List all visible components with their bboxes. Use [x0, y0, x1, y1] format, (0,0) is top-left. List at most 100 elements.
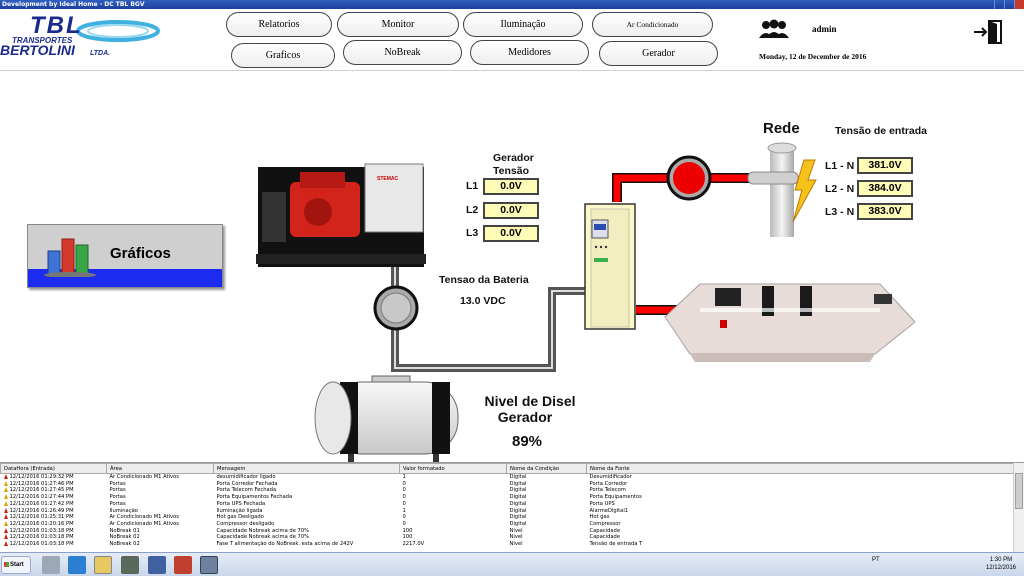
graficos-button[interactable]: Gráficos — [27, 224, 223, 288]
alarm-severity-icon — [3, 494, 8, 500]
gerador-l2-label: L2 — [466, 204, 479, 216]
alarm-cell: 0 — [400, 494, 507, 501]
alarm-cell-text: 1 — [402, 507, 406, 514]
alarm-cell: Porta Telecom Fechada — [214, 487, 400, 494]
scroll-thumb[interactable] — [1015, 473, 1023, 509]
alarm-cell: 0 — [400, 514, 507, 521]
alarm-cell: Digital — [507, 508, 587, 515]
bateria-label: Tensao da Bateria — [439, 274, 529, 286]
alarm-cell-text: 12/12/2016 01:03:18 PM — [9, 527, 74, 534]
logo-suffix: LTDA. — [90, 50, 110, 57]
alarm-cell-text: Portas — [109, 487, 126, 494]
alarm-cell: Porta UPS Fechada — [214, 501, 400, 508]
alarm-cell-text: 12/12/2016 01:27:44 PM — [9, 494, 74, 501]
monitor-app-icon[interactable] — [121, 556, 139, 574]
column-header[interactable]: Nome da Fonte — [586, 463, 1014, 474]
start-button[interactable]: Start — [1, 556, 31, 574]
nav-ar-condicionado-button[interactable]: Ar Condicionado — [592, 12, 713, 37]
alarm-cell-text: 0 — [402, 514, 406, 521]
network-app-icon[interactable] — [148, 556, 166, 574]
alarm-cell: Porta Telecom — [587, 487, 1014, 494]
alarm-row[interactable]: 12/12/2016 01:29:32 PM Ar Condicionado M1… — [1, 474, 1014, 481]
alarm-cell-text: 0 — [402, 487, 406, 494]
gerador-l3-label: L3 — [466, 227, 479, 239]
alarm-severity-icon — [3, 500, 8, 506]
alarm-row[interactable]: 12/12/2016 01:27:42 PM Portas Porta UPS Fe… — [1, 500, 1014, 508]
diesel-tank-image — [314, 375, 459, 462]
alarm-cell-text: Digital — [509, 520, 527, 527]
alarm-cell-text: Capacidade — [589, 527, 621, 534]
alarm-cell: Desumidificador — [587, 474, 1014, 481]
diesel-level-value: 89% — [511, 433, 543, 450]
language-indicator[interactable]: PT — [872, 557, 880, 563]
alarm-cell-text: NoBreak 02 — [109, 534, 140, 541]
alarm-scrollbar[interactable] — [1013, 463, 1024, 552]
exit-door-icon[interactable] — [972, 19, 1004, 45]
computer-icon[interactable] — [42, 556, 60, 574]
alarm-cell: 12/12/2016 01:25:31 PM — [1, 514, 107, 521]
alarm-list[interactable]: DataHora (Entrada) Área Mensagem Valor f… — [0, 462, 1024, 552]
alarm-cell-text: Digital — [509, 494, 527, 501]
alarm-cell: 0 — [400, 481, 507, 488]
alarm-row[interactable]: 12/12/2016 01:25:31 PM Ar Condicionado M1… — [1, 514, 1014, 521]
alarm-cell: 1 — [400, 474, 507, 481]
nav-gerador-button[interactable]: Gerador — [599, 41, 718, 66]
alarm-cell-text: 12/12/2016 01:03:18 PM — [9, 541, 74, 548]
package-icon[interactable] — [174, 556, 192, 574]
alarm-cell: Capacidade Nobreak acima de 70% — [214, 534, 400, 541]
alarm-cell-text: 12/12/2016 01:27:45 PM — [9, 487, 74, 494]
column-header[interactable]: DataHora (Entrada) — [0, 463, 107, 474]
nav-relatorios-button[interactable]: Relatorios — [226, 12, 332, 37]
alarm-severity-icon — [3, 507, 8, 513]
alarm-cell: Digital — [507, 474, 587, 481]
column-header[interactable]: Área — [106, 463, 214, 474]
taskbar-clock[interactable]: 1:30 PM 12/12/2016 — [986, 556, 1016, 572]
nav-nobreak-button[interactable]: NoBreak — [343, 40, 462, 65]
users-icon[interactable] — [757, 19, 791, 39]
nav-monitor-button[interactable]: Monitor — [337, 12, 459, 37]
alarm-cell-text: Hot gas Desligado — [216, 514, 264, 521]
alarm-table-body: 12/12/2016 01:29:32 PM Ar Condicionado M1… — [1, 474, 1014, 548]
maximize-button[interactable] — [1004, 0, 1014, 9]
alarm-row[interactable]: 12/12/2016 01:26:49 PM Iluminação Iluminaç… — [1, 507, 1014, 515]
alarm-row[interactable]: 12/12/2016 01:27:45 PM Portas Porta Teleco… — [1, 487, 1014, 494]
alarm-cell: NoBreak 02 — [107, 534, 214, 541]
scada-app-icon[interactable] — [200, 556, 218, 574]
nav-iluminacao-button[interactable]: Iluminação — [463, 12, 583, 37]
alarm-cell-text: 12/12/2016 01:20:16 PM — [9, 520, 74, 527]
alarm-cell: Iluminação ligada — [214, 508, 400, 515]
alarm-cell: Portas — [107, 501, 214, 508]
alarm-cell: Hot gas — [587, 514, 1014, 521]
alarm-row[interactable]: 12/12/2016 01:27:46 PM Portas Porta Corred… — [1, 480, 1014, 488]
nav-medidores-button[interactable]: Medidores — [470, 40, 589, 65]
logo-line2: BERTOLINI — [0, 42, 76, 58]
alarm-cell: Porta Equipamentos — [587, 494, 1014, 501]
graficos-button-label: Gráficos — [110, 245, 171, 262]
alarm-cell-text: Porta UPS — [589, 500, 615, 507]
alarm-cell: Digital — [507, 481, 587, 488]
alarm-cell: Porta Corredor Fechada — [214, 481, 400, 488]
alarm-cell-text: Digital — [509, 514, 527, 521]
alarm-row[interactable]: 12/12/2016 01:03:18 PM NoBreak 01 Capacida… — [1, 527, 1014, 535]
alarm-cell: Nível — [507, 528, 587, 535]
alarm-row[interactable]: 12/12/2016 01:03:18 PM NoBreak 02 Capacida… — [1, 534, 1014, 541]
diesel-title-line2: Gerador — [497, 409, 553, 425]
nav-graficos-button[interactable]: Graficos — [231, 43, 335, 68]
column-header[interactable]: Valor formatado — [399, 463, 507, 474]
alarm-cell: Nível — [507, 534, 587, 541]
folder-icon[interactable] — [94, 556, 112, 574]
column-header[interactable]: Mensagem — [213, 463, 400, 474]
minimize-button[interactable] — [994, 0, 1004, 9]
alarm-cell-text: Porta Corredor — [589, 480, 628, 487]
alarm-cell-text: 12/12/2016 01:25:31 PM — [9, 514, 74, 521]
alarm-row[interactable]: 12/12/2016 01:27:44 PM Portas Porta Equipa… — [1, 494, 1014, 501]
column-header[interactable]: Nome da Condição — [506, 463, 587, 474]
powershell-icon[interactable] — [68, 556, 86, 574]
alarm-row[interactable]: 12/12/2016 01:03:18 PM NoBreak 02 Fase T a… — [1, 541, 1014, 548]
alarm-row[interactable]: 12/12/2016 01:20:16 PM Ar Condicionado M1… — [1, 520, 1014, 528]
alarm-cell: 12/12/2016 01:29:32 PM — [1, 474, 107, 481]
close-button[interactable] — [1014, 0, 1024, 9]
alarm-cell-text: Iluminação ligada — [216, 507, 263, 514]
alarm-cell-text: Digital — [509, 500, 527, 507]
rede-l2-value: 384.0V — [857, 180, 913, 197]
